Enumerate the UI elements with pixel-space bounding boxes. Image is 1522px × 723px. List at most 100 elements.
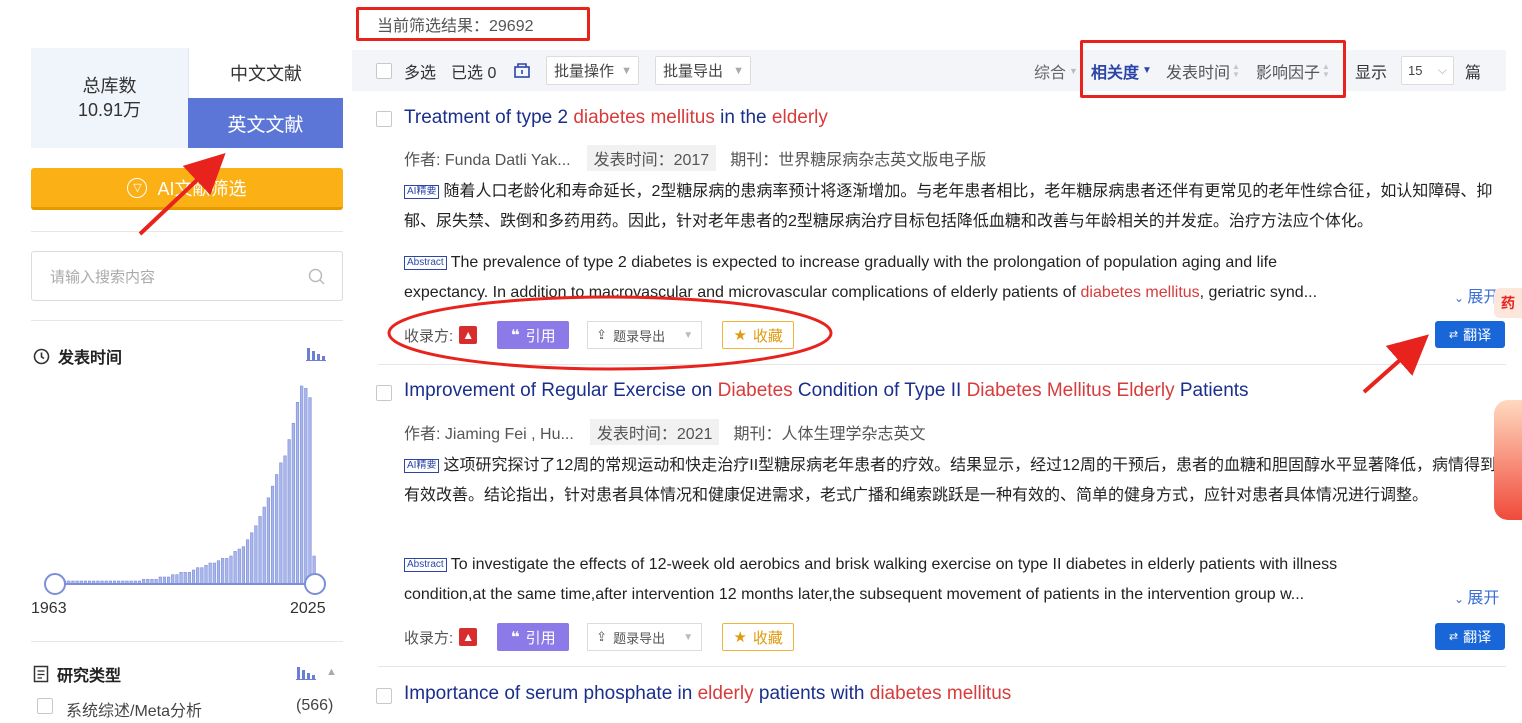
pub-time-section: 发表时间 <box>33 344 122 368</box>
histogram-bar[interactable] <box>233 551 237 584</box>
year-slider-end-handle[interactable] <box>304 573 326 595</box>
result-checkbox[interactable] <box>376 688 392 704</box>
histogram-bar[interactable] <box>225 558 229 584</box>
histogram-bar[interactable] <box>246 539 250 584</box>
selected-count: 已选 0 <box>451 64 497 82</box>
result-title[interactable]: Importance of serum phosphate in elderly… <box>404 683 1011 705</box>
document-icon <box>33 665 49 683</box>
result-journal[interactable]: 期刊：世界糖尿病杂志英文版电子版 <box>730 146 986 170</box>
floating-promo-widget[interactable] <box>1494 400 1522 520</box>
divider <box>31 231 343 232</box>
histogram-bar[interactable] <box>308 397 312 584</box>
abstract-line-2: expectancy. In addition to macrovascular… <box>404 278 1444 308</box>
histogram-bar[interactable] <box>208 562 212 584</box>
histogram-bar[interactable] <box>200 567 204 584</box>
abstract-tag: Abstract <box>404 256 447 270</box>
histogram-bar[interactable] <box>270 485 275 584</box>
histogram-bar[interactable] <box>204 565 208 584</box>
tab-english-literature[interactable]: 英文文献 <box>188 98 343 148</box>
batch-operations-dropdown[interactable]: 批量操作 ▼ <box>546 56 639 85</box>
expand-link[interactable]: ⌄ 展开 <box>1454 283 1499 307</box>
library-total: 总库数 10.91万 <box>31 48 188 148</box>
favorite-button[interactable]: ★ 收藏 <box>722 321 795 349</box>
pub-time-title: 发表时间 <box>58 350 123 367</box>
histogram-bar[interactable] <box>304 388 308 584</box>
collapse-arrow-icon[interactable]: ▲ <box>326 666 337 678</box>
search-input[interactable]: 请输入搜索内容 <box>31 251 343 301</box>
result-journal[interactable]: 期刊：人体生理学杂志英文 <box>733 420 925 444</box>
result-actions: 收录方: ▲ ❝ 引用 ⇪ 题录导出 ▼ ★ 收藏 <box>404 623 795 651</box>
divider <box>378 364 1506 365</box>
abstract-text: condition,at the same time,after interve… <box>404 586 1305 603</box>
histogram-bar[interactable] <box>266 497 270 584</box>
histogram-bar[interactable] <box>229 555 233 584</box>
favorite-button[interactable]: ★ 收藏 <box>722 623 795 651</box>
histogram-bar[interactable] <box>191 569 196 584</box>
research-type-checkbox[interactable] <box>37 698 53 714</box>
histogram-bar[interactable] <box>241 546 246 584</box>
translate-icon: ⇄ <box>1448 329 1459 341</box>
export-citation-dropdown[interactable]: ⇪ 题录导出 ▼ <box>587 321 703 349</box>
research-type-section: 研究类型 <box>33 662 121 686</box>
year-start-label: 1963 <box>31 600 67 617</box>
histogram-bar[interactable] <box>275 474 279 584</box>
divider <box>31 320 343 321</box>
pdf-source-icon[interactable]: ▲ <box>459 628 478 646</box>
histogram-icon[interactable] <box>306 345 326 361</box>
chevron-down-icon: ⌄ <box>1454 291 1468 305</box>
histogram-bar[interactable] <box>250 532 254 584</box>
translate-icon: ⇄ <box>1448 631 1459 643</box>
chevron-down-icon: ▼ <box>1069 65 1078 76</box>
ai-filter-label: AI文献筛选 <box>157 178 247 199</box>
abstract-text: , geriatric synd... <box>1199 284 1318 301</box>
histogram-bar[interactable] <box>196 567 200 584</box>
page-size-select[interactable]: 15 ⌵ <box>1401 56 1454 85</box>
histogram-bar[interactable] <box>258 516 262 584</box>
translate-button[interactable]: ⇄ 翻译 <box>1435 321 1505 348</box>
result-authors[interactable]: 作者: Funda Datli Yak... <box>404 146 571 170</box>
chevron-down-icon: ▼ <box>683 631 694 643</box>
expand-link[interactable]: ⌄ 展开 <box>1454 584 1499 608</box>
histogram-bar[interactable] <box>295 402 300 584</box>
tab-chinese-literature[interactable]: 中文文献 <box>188 48 343 98</box>
unit-label: 篇 <box>1465 64 1482 82</box>
histogram-bar[interactable] <box>212 562 216 584</box>
research-type-item-label[interactable]: 系统综述/Meta分析 <box>66 697 202 721</box>
floating-widget-icon[interactable]: 药 <box>1494 288 1522 318</box>
cite-button[interactable]: ❝ 引用 <box>497 623 570 651</box>
histogram-bar[interactable] <box>287 439 291 584</box>
year-slider-start-handle[interactable] <box>44 573 66 595</box>
histogram-bar[interactable] <box>216 560 221 584</box>
result-title[interactable]: Treatment of type 2 diabetes mellitus in… <box>404 107 828 129</box>
pdf-source-icon[interactable]: ▲ <box>459 326 478 344</box>
histogram-bar[interactable] <box>279 462 283 584</box>
histogram-bar[interactable] <box>300 385 304 584</box>
clear-selection-icon[interactable] <box>513 61 531 79</box>
histogram-icon[interactable] <box>296 664 316 680</box>
sort-overall[interactable]: 综合 ▼ <box>1034 50 1078 91</box>
histogram-bar[interactable] <box>221 558 225 584</box>
highlighted-keyword: diabetes mellitus <box>1080 284 1200 301</box>
results-count-box: 当前筛选结果：29692 <box>356 7 590 41</box>
result-title[interactable]: Improvement of Regular Exercise on Diabe… <box>404 380 1249 402</box>
search-icon[interactable] <box>308 268 326 286</box>
multi-select-label: 多选 <box>404 64 437 82</box>
translate-button[interactable]: ⇄ 翻译 <box>1435 623 1505 650</box>
select-all-checkbox[interactable] <box>376 63 392 79</box>
histogram-bar[interactable] <box>283 455 287 584</box>
result-checkbox[interactable] <box>376 111 392 127</box>
result-authors[interactable]: 作者: Jiaming Fei , Hu... <box>404 420 574 444</box>
histogram-bar[interactable] <box>254 525 258 584</box>
histogram-bar[interactable] <box>291 422 295 584</box>
result-checkbox[interactable] <box>376 385 392 401</box>
histogram-bar[interactable] <box>262 506 266 584</box>
batch-export-dropdown[interactable]: 批量导出 ▼ <box>655 56 751 85</box>
cite-button[interactable]: ❝ 引用 <box>497 321 570 349</box>
abstract-line-2: condition,at the same time,after interve… <box>404 580 1444 610</box>
export-citation-dropdown[interactable]: ⇪ 题录导出 ▼ <box>587 623 703 651</box>
quote-icon: ❝ <box>510 327 520 344</box>
ai-filter-button[interactable]: ▽ AI文献筛选 <box>31 168 343 210</box>
title-text: patients with <box>753 683 870 704</box>
histogram-bar[interactable] <box>237 548 241 584</box>
divider <box>31 641 343 642</box>
